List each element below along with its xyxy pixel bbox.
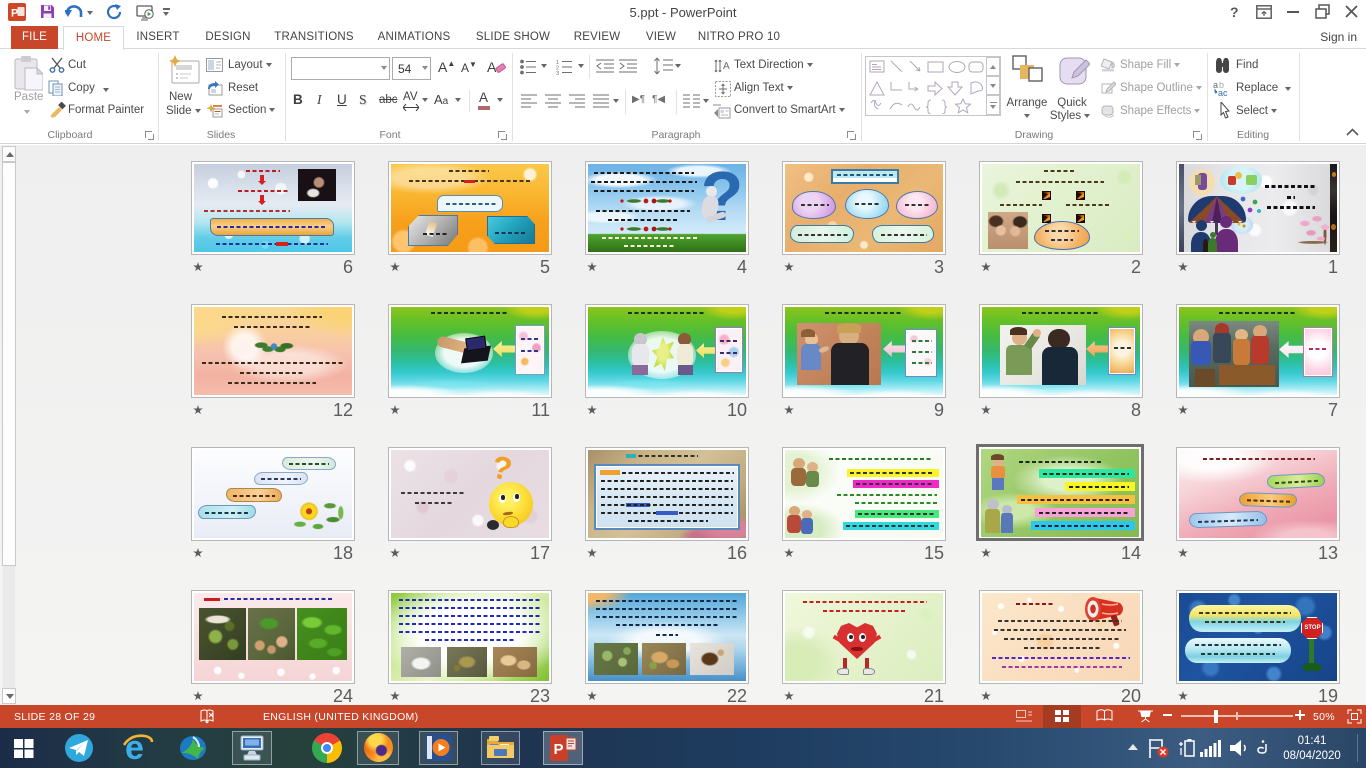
svg-text:3: 3 xyxy=(556,71,559,75)
svg-text:ac: ac xyxy=(1218,88,1228,97)
svg-text:P: P xyxy=(11,8,18,20)
svg-text:A: A xyxy=(723,61,730,72)
svg-text:P: P xyxy=(554,741,564,758)
